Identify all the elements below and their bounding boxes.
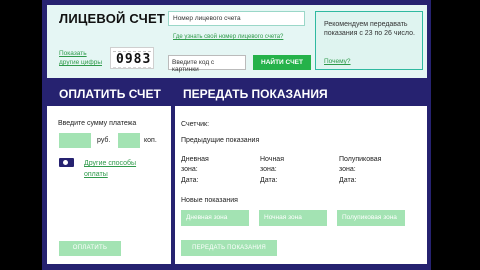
kopecks-label: коп. xyxy=(144,137,157,144)
where-to-find-account-link[interactable]: Где узнать свой номер лицевого счета? xyxy=(173,34,283,40)
pay-header: ОПЛАТИТЬ СЧЕТ xyxy=(47,82,171,106)
submit-readings-header: ПЕРЕДАТЬ ПОКАЗАНИЯ xyxy=(175,82,427,106)
day-zone-label: Дневная зона: xyxy=(181,156,209,173)
night-zone-label: Ночная зона: xyxy=(260,156,284,173)
recommendation-text: Рекомендуем передавать показания с 23 по… xyxy=(324,21,415,37)
semi-peak-zone-date-label: Дата: xyxy=(339,177,357,184)
submit-readings-title: ПЕРЕДАТЬ ПОКАЗАНИЯ xyxy=(183,87,328,101)
new-readings-label: Новые показания xyxy=(181,197,238,204)
night-zone-date-label: Дата: xyxy=(260,177,278,184)
semi-peak-zone-input[interactable]: Полупиковая зона xyxy=(337,210,405,226)
recommendation-box: Рекомендуем передавать показания с 23 по… xyxy=(315,11,423,70)
day-zone-input[interactable]: Дневная зона xyxy=(181,210,249,226)
payment-card-icon xyxy=(59,158,74,167)
account-panel: ЛИЦЕВОЙ СЧЕТ Показать другие цифры 0983 … xyxy=(47,5,427,78)
sum-label: Введите сумму платежа xyxy=(58,120,137,127)
account-number-input[interactable]: Номер лицевого счета xyxy=(168,11,305,26)
pay-button[interactable]: ОПЛАТИТЬ xyxy=(59,241,121,256)
captcha-image: 0983 xyxy=(110,47,154,69)
find-account-button[interactable]: НАЙТИ СЧЕТ xyxy=(253,55,311,70)
why-link[interactable]: Почему? xyxy=(324,58,351,65)
submit-readings-panel: Счетчик: Предыдущие показания Дневная зо… xyxy=(175,106,427,264)
previous-readings-label: Предыдущие показания xyxy=(181,137,260,144)
meter-label: Счетчик: xyxy=(181,121,210,128)
captcha-input[interactable]: Введите код с картинки xyxy=(168,55,246,73)
night-zone-input[interactable]: Ночная зона xyxy=(259,210,327,226)
submit-readings-button[interactable]: ПЕРЕДАТЬ ПОКАЗАНИЯ xyxy=(181,240,277,256)
semi-peak-zone-label: Полупиковая зона: xyxy=(339,156,382,173)
rubles-input[interactable] xyxy=(59,133,91,148)
kopecks-input[interactable] xyxy=(118,133,140,148)
rubles-label: руб. xyxy=(97,137,111,144)
pay-title: ОПЛАТИТЬ СЧЕТ xyxy=(59,87,161,101)
captcha-code: 0983 xyxy=(116,52,152,67)
other-payment-ways-link[interactable]: Другие способы оплаты xyxy=(84,158,154,180)
account-title: ЛИЦЕВОЙ СЧЕТ xyxy=(59,11,165,26)
show-other-digits-link[interactable]: Показать другие цифры xyxy=(59,49,107,67)
day-zone-date-label: Дата: xyxy=(181,177,199,184)
pay-panel: Введите сумму платежа руб. коп. Другие с… xyxy=(47,106,171,264)
